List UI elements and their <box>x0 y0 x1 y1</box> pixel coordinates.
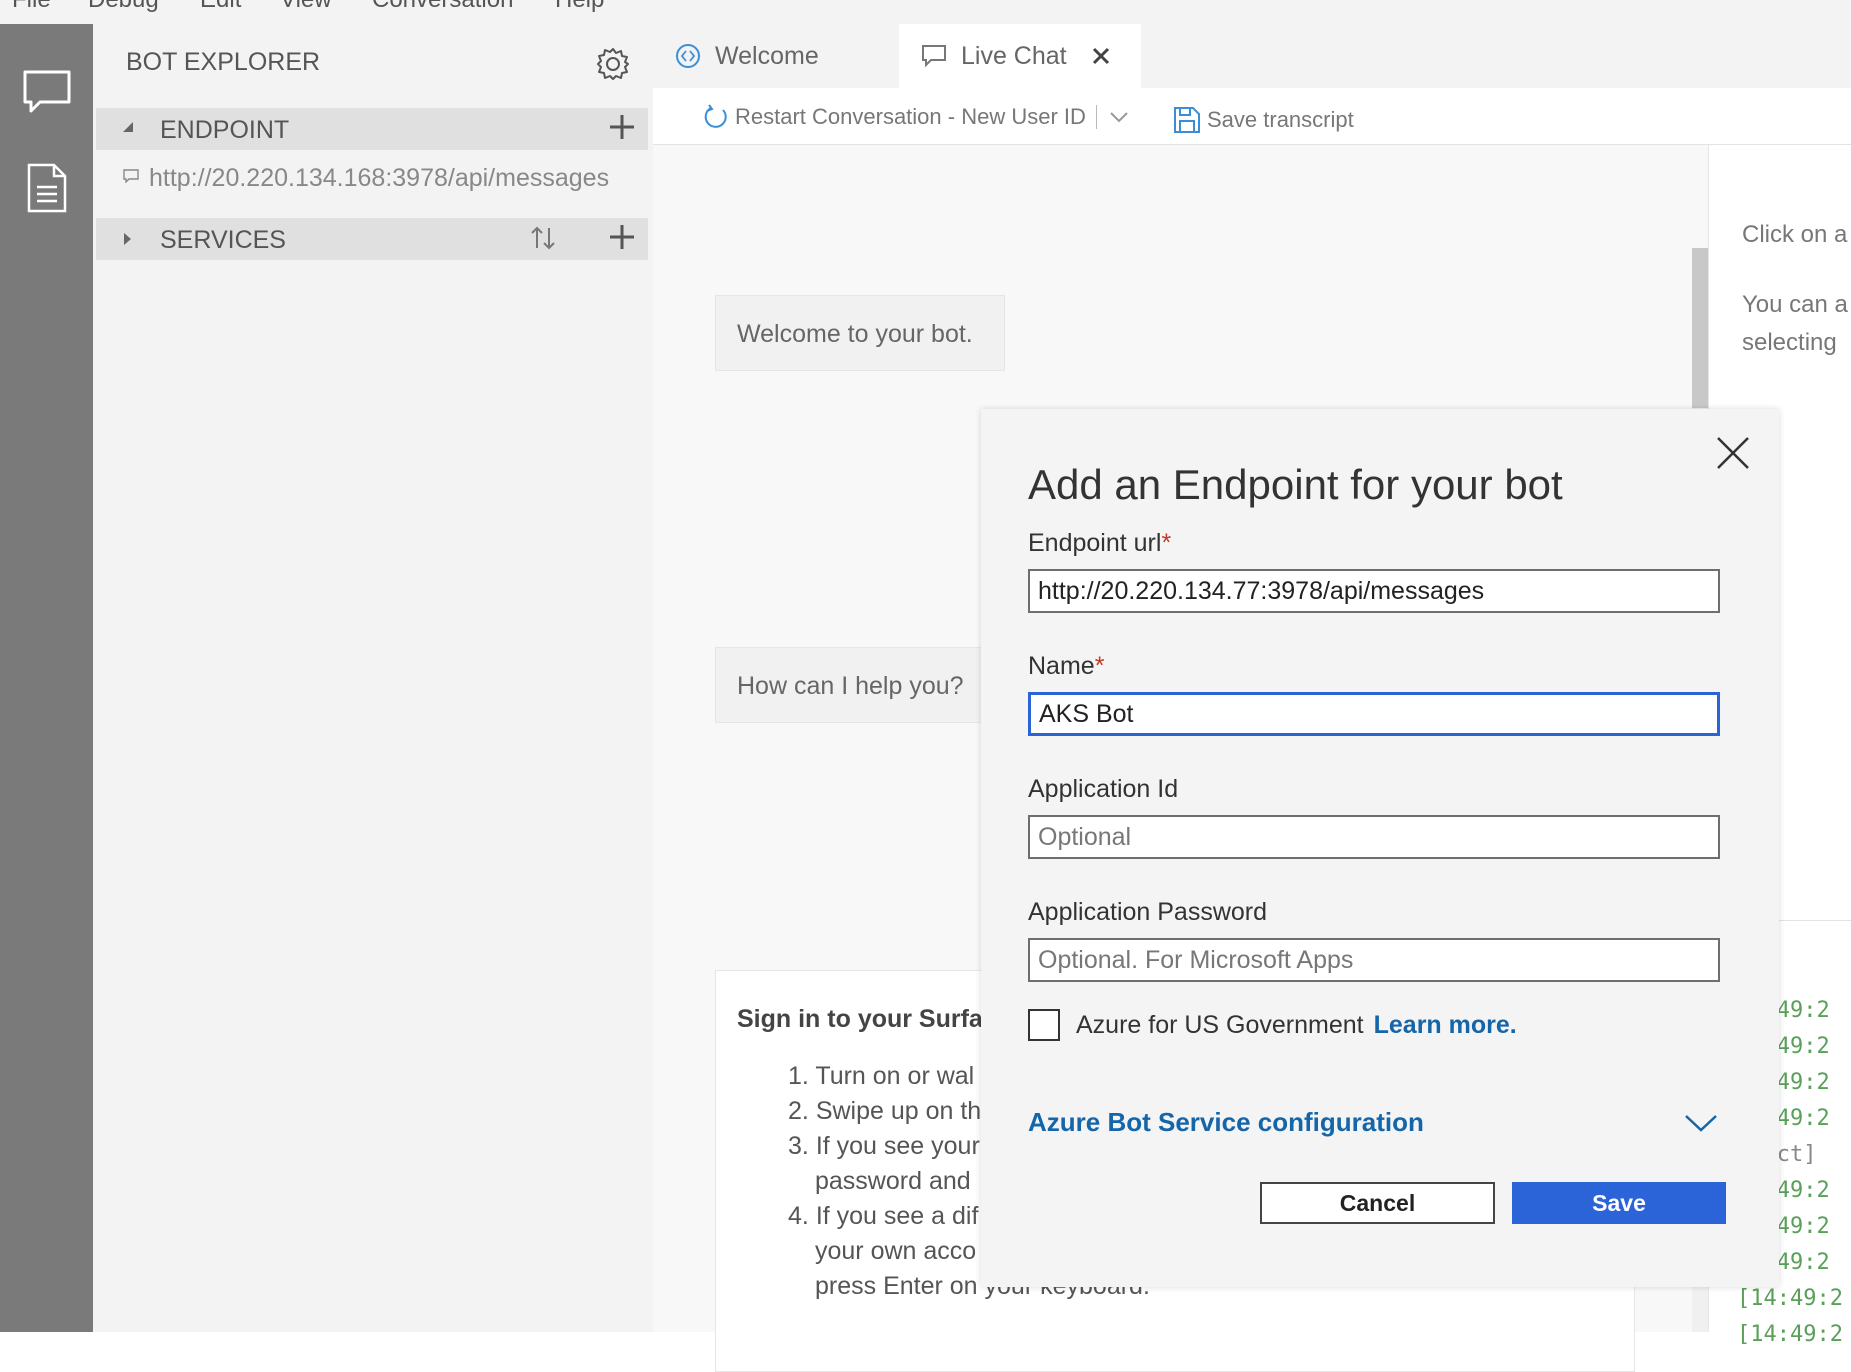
endpoint-url-label: Endpoint url* <box>1028 529 1172 557</box>
transcript-activity-button[interactable] <box>0 150 93 230</box>
close-icon[interactable] <box>1715 435 1751 476</box>
menu-file[interactable]: File <box>12 0 51 14</box>
close-tab-icon[interactable] <box>1091 46 1111 66</box>
save-transcript-button[interactable]: Save transcript <box>1173 106 1354 134</box>
plus-icon[interactable] <box>608 113 636 146</box>
menu-help[interactable]: Help <box>555 0 604 14</box>
refresh-icon <box>703 104 729 130</box>
conversation-toolbar: Restart Conversation - New User ID Save … <box>653 88 1851 145</box>
caret-down-icon <box>121 120 135 139</box>
plus-icon[interactable] <box>608 223 636 256</box>
tab-welcome-label: Welcome <box>715 41 819 70</box>
learn-more-link[interactable]: Learn more. <box>1374 1011 1517 1040</box>
activity-bar <box>0 24 93 1332</box>
add-endpoint-dialog: Add an Endpoint for your bot Endpoint ur… <box>981 409 1779 1287</box>
services-section-header[interactable]: SERVICES <box>96 218 648 260</box>
inspector-hint: Click on a <box>1742 221 1848 248</box>
signin-card-title: Sign in to your Surfa <box>737 1005 983 1033</box>
abs-config-toggle[interactable]: Azure Bot Service configuration <box>1028 1105 1720 1145</box>
name-input[interactable] <box>1028 692 1720 736</box>
save-icon <box>1173 106 1201 134</box>
menu-bar: File Debug Edit View Conversation Help <box>0 0 1851 24</box>
inspector-hint: selecting <box>1742 329 1837 356</box>
chat-activity-button[interactable] <box>0 54 93 134</box>
endpoint-url-input[interactable] <box>1028 569 1720 613</box>
save-button[interactable]: Save <box>1512 1182 1726 1224</box>
tab-live-chat-label: Live Chat <box>961 41 1067 70</box>
save-transcript-label: Save transcript <box>1207 107 1354 132</box>
bot-explorer-panel: BOT EXPLORER ENDPOINT http://20.220.134.… <box>93 24 654 1332</box>
tab-live-chat[interactable]: Live Chat <box>899 24 1141 88</box>
application-password-input[interactable] <box>1028 938 1720 982</box>
application-password-label: Application Password <box>1028 898 1268 926</box>
document-icon <box>26 162 68 219</box>
azure-gov-row: Azure for US Government Learn more. <box>1028 1009 1517 1041</box>
application-id-input[interactable] <box>1028 815 1720 859</box>
abs-config-label: Azure Bot Service configuration <box>1028 1107 1424 1137</box>
menu-view[interactable]: View <box>280 0 332 14</box>
gear-icon[interactable] <box>595 46 631 87</box>
chevron-down-icon[interactable] <box>1109 111 1129 123</box>
bot-message: Welcome to your bot. <box>715 295 1005 371</box>
endpoint-url-label: http://20.220.134.168:3978/api/messages <box>149 164 610 192</box>
dialog-title: Add an Endpoint for your bot <box>1028 461 1563 508</box>
menu-conversation[interactable]: Conversation <box>372 0 513 14</box>
inspector-hint: You can a <box>1742 291 1848 318</box>
azure-gov-label: Azure for US Government <box>1076 1010 1364 1039</box>
restart-conversation-label: Restart Conversation - New User ID <box>735 104 1086 129</box>
endpoint-section-label: ENDPOINT <box>160 116 290 144</box>
services-section-label: SERVICES <box>160 226 286 254</box>
azure-gov-checkbox[interactable] <box>1028 1009 1060 1041</box>
caret-right-icon <box>121 231 133 252</box>
tab-bar: Welcome Live Chat <box>653 24 1851 88</box>
bot-message: How can I help you? <box>715 647 1005 723</box>
menu-debug[interactable]: Debug <box>88 0 159 14</box>
endpoint-list-item[interactable]: http://20.220.134.168:3978/api/messages <box>123 164 609 193</box>
chat-icon <box>921 44 947 68</box>
endpoint-chat-icon <box>123 169 139 188</box>
application-id-label: Application Id <box>1028 775 1179 803</box>
restart-conversation-button[interactable]: Restart Conversation - New User ID <box>703 104 1129 130</box>
scrollbar-thumb[interactable] <box>1692 248 1708 408</box>
chat-icon <box>22 69 72 120</box>
endpoint-section-header[interactable]: ENDPOINT <box>96 108 648 150</box>
welcome-icon <box>675 43 701 69</box>
cancel-button[interactable]: Cancel <box>1260 1182 1495 1224</box>
sort-icon[interactable] <box>528 224 558 257</box>
name-label: Name* <box>1028 652 1105 680</box>
tab-welcome[interactable]: Welcome <box>653 24 899 88</box>
explorer-title: BOT EXPLORER <box>126 48 321 76</box>
chevron-down-icon <box>1684 1113 1718 1138</box>
log-time: [14:49:2 <box>1737 1322 1843 1347</box>
toolbar-divider <box>1095 105 1097 129</box>
menu-edit[interactable]: Edit <box>200 0 241 14</box>
